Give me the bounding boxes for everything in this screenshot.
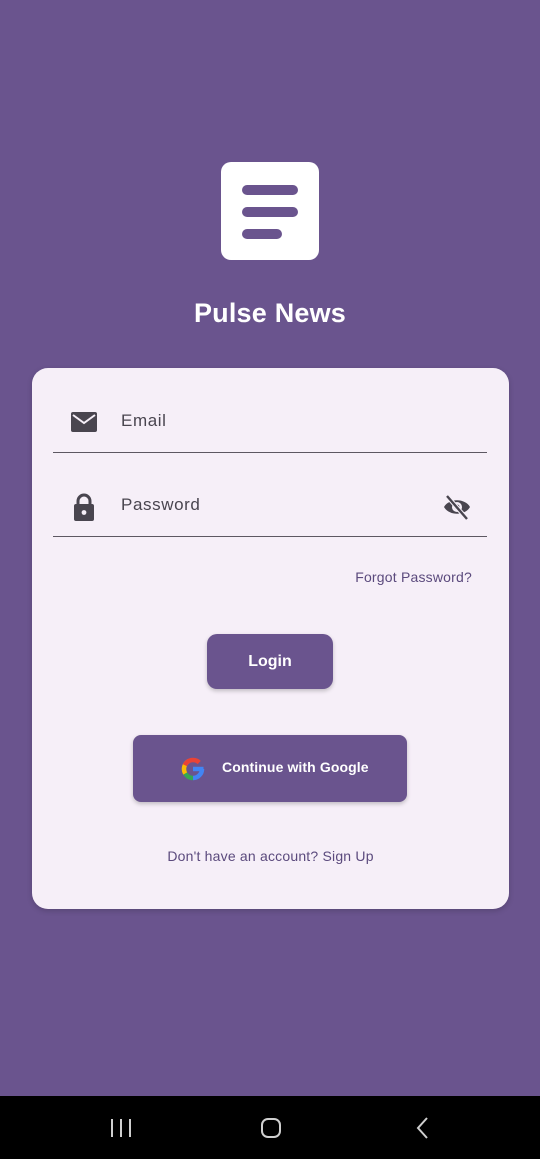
- login-card: Forgot Password? Login Continue with Goo…: [32, 368, 509, 909]
- forgot-password-link[interactable]: Forgot Password?: [355, 569, 472, 585]
- password-input[interactable]: [121, 490, 421, 520]
- google-button-label: Continue with Google: [222, 759, 369, 775]
- app-logo: [221, 162, 319, 260]
- email-field[interactable]: [53, 392, 487, 453]
- google-g-icon: [180, 756, 206, 782]
- email-input[interactable]: [121, 406, 421, 436]
- mail-icon: [69, 408, 99, 438]
- back-icon[interactable]: [408, 1114, 438, 1142]
- password-field[interactable]: [53, 476, 487, 537]
- login-button[interactable]: Login: [207, 634, 333, 689]
- app-title: Pulse News: [193, 298, 347, 328]
- system-navigation-bar: [0, 1096, 540, 1159]
- login-button-label: Login: [248, 652, 292, 670]
- recent-apps-icon[interactable]: [106, 1114, 136, 1142]
- menu-lines-icon: [242, 185, 298, 239]
- signup-link[interactable]: Don't have an account? Sign Up: [32, 848, 509, 864]
- home-icon[interactable]: [256, 1114, 286, 1142]
- google-signin-button[interactable]: Continue with Google: [133, 735, 407, 802]
- lock-icon: [69, 492, 99, 522]
- eye-off-icon[interactable]: [441, 492, 473, 522]
